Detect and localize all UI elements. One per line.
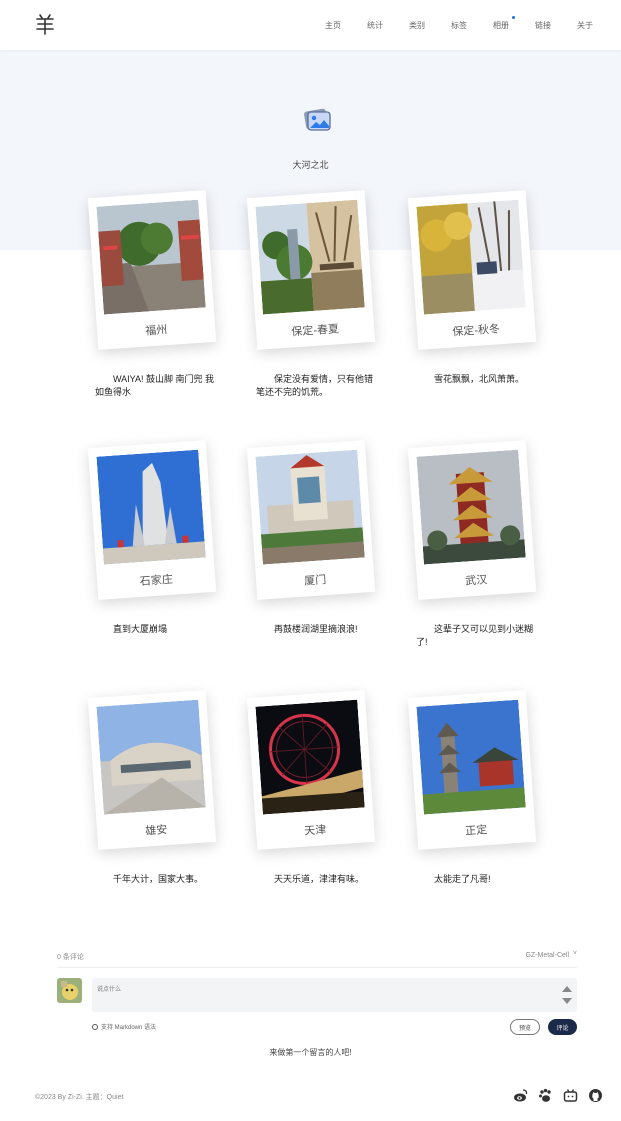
album-card[interactable]: 厦门	[246, 440, 376, 600]
nav-home-label: 主页	[325, 20, 341, 30]
album-card[interactable]: 保定-春夏	[246, 190, 376, 350]
textarea-resize-arrows-icon[interactable]	[562, 982, 572, 1008]
album-label: 雄安	[144, 824, 168, 838]
album-card[interactable]: 保定-秋冬	[407, 190, 537, 350]
weibo-icon[interactable]	[513, 1088, 528, 1103]
nav-stats[interactable]: 统计	[367, 20, 383, 31]
album-photo	[96, 449, 206, 565]
album-card[interactable]: 天津	[246, 690, 376, 850]
album-caption: 这辈子又可以见到小迷糊了!	[416, 624, 534, 647]
album-caption: 太能走了凡哥!	[434, 874, 491, 884]
nav-tags[interactable]: 标签	[451, 20, 467, 31]
album-photo	[96, 699, 206, 815]
album-photo	[255, 699, 365, 815]
nav-links-label: 链接	[535, 20, 551, 30]
album-label: 厦门	[303, 574, 327, 588]
album-caption: 天天乐道，津津有味。	[274, 874, 365, 884]
comments-header: 0 条评论 GZ-Metal-Cell ˅	[57, 950, 577, 968]
nav-about[interactable]: 关于	[577, 20, 593, 31]
album-label: 石家庄	[139, 573, 174, 588]
comment-input[interactable]	[92, 978, 552, 1012]
album-caption: 保定没有爱情，只有他错笔还不完的饥荒。	[256, 374, 374, 397]
album-label: 武汉	[464, 574, 488, 588]
top-navigation-bar: 主页 统计 类别 标签 相册 链接 关于	[0, 0, 621, 50]
avatar	[57, 978, 82, 1003]
bilibili-icon[interactable]	[563, 1088, 578, 1103]
album-caption: 雪花飘飘，北风萧萧。	[434, 374, 525, 384]
album-section-title: 大河之北	[292, 160, 329, 170]
album-label: 保定-春夏	[291, 323, 340, 339]
nav-tags-label: 标签	[451, 20, 467, 30]
markdown-tip-label: 支持 Markdown 语法	[101, 1025, 157, 1031]
nav-home[interactable]: 主页	[325, 20, 341, 31]
album-photo	[255, 449, 365, 565]
github-icon[interactable]	[588, 1088, 603, 1103]
album-label: 保定-秋冬	[452, 323, 501, 339]
album-caption: WAIYA! 鼓山脚 南门兜 我如鱼得水	[95, 374, 215, 397]
social-links	[503, 1088, 603, 1103]
album-card[interactable]: 雄安	[87, 690, 217, 850]
album-photo	[416, 699, 526, 815]
album-card[interactable]: 福州	[87, 190, 217, 350]
nav-categories[interactable]: 类别	[409, 20, 425, 31]
album-card[interactable]: 石家庄	[87, 440, 217, 600]
album-photo	[416, 199, 526, 315]
album-caption: 直到大厦崩塌	[113, 624, 168, 634]
comment-box	[92, 978, 577, 1012]
nav-about-label: 关于	[577, 20, 593, 30]
site-logo-icon[interactable]	[34, 13, 56, 35]
nav-album[interactable]: 相册	[493, 15, 515, 31]
active-indicator-dot	[512, 15, 515, 19]
album-caption: 千年大计，国家大事。	[113, 874, 204, 884]
copyright-text: ©2023 By Zi-Zi. 主题：Quiet	[35, 1094, 124, 1101]
preview-button[interactable]: 预览	[510, 1019, 540, 1035]
album-card[interactable]: 武汉	[407, 440, 537, 600]
markdown-icon	[92, 1023, 98, 1030]
markdown-support-tip[interactable]: 支持 Markdown 语法	[92, 1022, 156, 1031]
chevron-down-icon[interactable]: ˅	[573, 950, 577, 957]
album-label: 福州	[144, 324, 168, 338]
nav-categories-label: 类别	[409, 20, 425, 30]
album-label: 正定	[464, 824, 488, 838]
paw-icon[interactable]	[538, 1088, 553, 1103]
comment-count: 0 条评论	[57, 954, 84, 961]
comment-user-name[interactable]: GZ-Metal-Cell	[525, 952, 569, 959]
nav-album-label: 相册	[493, 20, 509, 30]
nav-stats-label: 统计	[367, 20, 383, 30]
submit-comment-button[interactable]: 评论	[548, 1019, 577, 1035]
main-nav: 主页 统计 类别 标签 相册 链接 关于	[299, 0, 593, 50]
photo-album-icon	[304, 108, 331, 131]
empty-comments-message: 来做第一个留言的人吧!	[269, 1048, 352, 1057]
album-photo	[96, 199, 206, 315]
album-card[interactable]: 正定	[407, 690, 537, 850]
nav-links[interactable]: 链接	[535, 20, 551, 31]
album-photo	[255, 199, 365, 315]
album-photo	[416, 449, 526, 565]
album-caption: 再鼓楼润湖里摘浪浪!	[274, 624, 358, 634]
album-label: 天津	[303, 824, 327, 838]
